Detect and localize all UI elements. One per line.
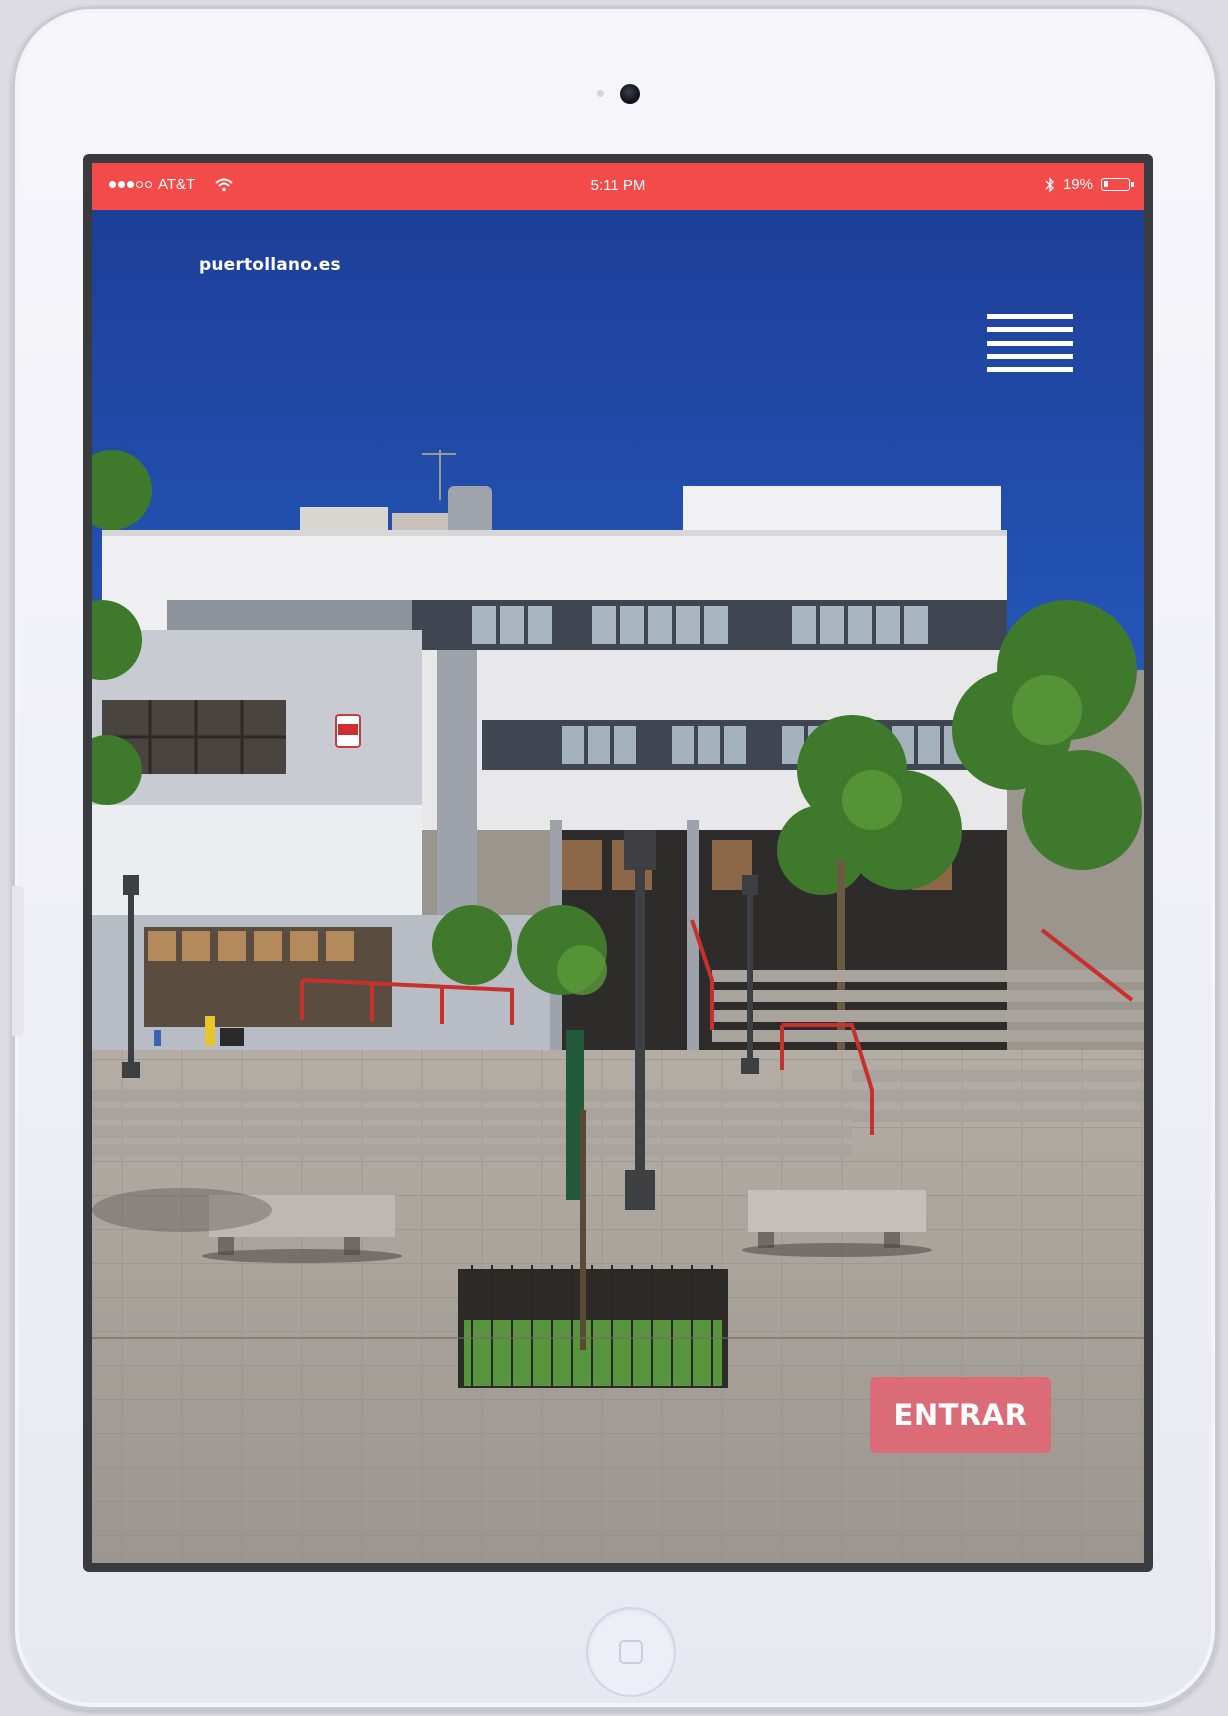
bluetooth-icon (1045, 176, 1054, 193)
home-button[interactable] (586, 1607, 676, 1697)
battery-fill (1104, 181, 1108, 187)
menu-line (987, 340, 1073, 346)
side-edge (12, 886, 24, 1036)
town-hall-photo (92, 210, 1144, 1563)
enter-button[interactable]: ENTRAR (870, 1377, 1051, 1453)
status-right: 19% (1045, 176, 1134, 193)
status-bar: AT&T 5:11 PM 19% (92, 163, 1144, 210)
light-sensor (597, 90, 604, 97)
menu-line (987, 314, 1073, 319)
menu-line (987, 327, 1073, 333)
front-camera-icon (620, 84, 640, 104)
background-photo (92, 210, 1144, 1563)
menu-line (987, 353, 1073, 359)
hamburger-menu-icon[interactable] (987, 314, 1073, 372)
site-title[interactable]: puertollano.es (199, 255, 341, 275)
status-time: 5:11 PM (590, 177, 646, 194)
battery-percent: 19% (1062, 176, 1093, 193)
menu-line (987, 367, 1073, 372)
battery-icon (1101, 178, 1134, 191)
app-screen: AT&T 5:11 PM 19% puertollano.es ENTRAR (92, 163, 1144, 1563)
